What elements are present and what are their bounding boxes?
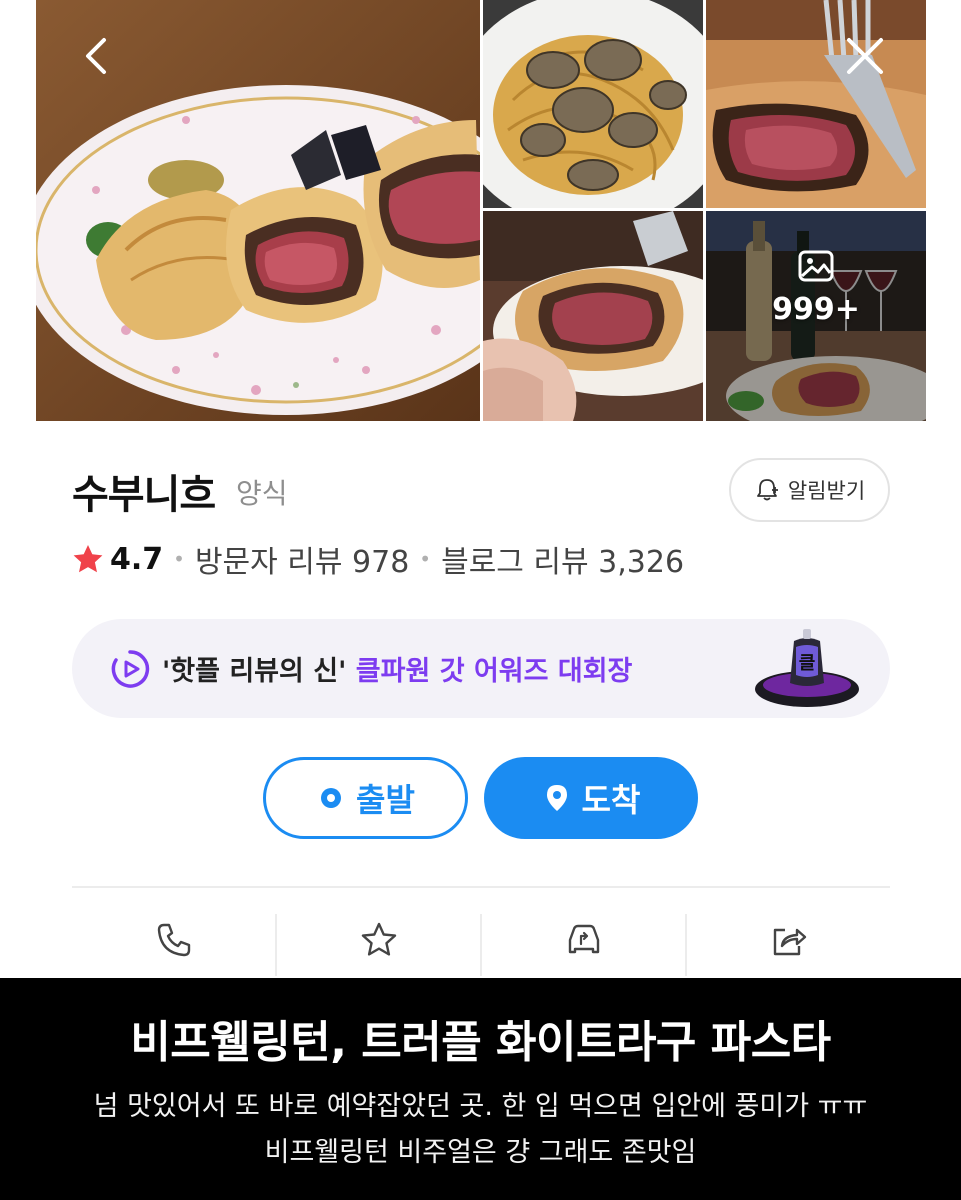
map-pin-icon [546, 785, 567, 811]
caption-panel: 비프웰링턴, 트러플 화이트라구 파스타 넘 맛있어서 또 바로 예약잡았던 곳… [0, 978, 961, 1200]
alarm-subscribe-label: 알림받기 [787, 479, 866, 503]
visitor-reviews-link[interactable]: 방문자 리뷰 978 [195, 537, 409, 581]
action-bar [72, 914, 890, 976]
call-button[interactable] [72, 914, 277, 976]
chevron-left-icon [86, 38, 106, 74]
origin-dot-icon [321, 788, 342, 808]
route-start-button[interactable]: 출발 [263, 757, 468, 839]
alarm-subscribe-button[interactable]: 알림받기 [729, 458, 890, 522]
photo-gallery: 999+ [36, 0, 926, 421]
star-icon [361, 922, 396, 956]
back-button[interactable] [70, 28, 126, 84]
route-start-label: 출발 [356, 781, 415, 819]
rating-review-stats: 4.7 • 방문자 리뷰 978 • 블로그 리뷰 3,326 [72, 538, 684, 580]
blog-reviews-link[interactable]: 블로그 리뷰 3,326 [441, 537, 684, 581]
share-icon [773, 928, 806, 956]
phone-icon [157, 923, 190, 957]
place-name: 수부니흐 [72, 472, 216, 518]
image-icon [798, 250, 834, 281]
close-icon [847, 38, 883, 74]
divider [72, 886, 890, 888]
photo-wine-and-wellington[interactable]: 999+ [706, 211, 926, 421]
caption-title: 비프웰링턴, 트러플 화이트라구 파스타 [130, 1017, 831, 1068]
promo-quote-text: '핫플 리뷰의 신' [162, 656, 356, 687]
photo-truffle-pasta[interactable] [483, 0, 703, 208]
star-rating-icon [73, 545, 103, 573]
photo-wellington-held-slice[interactable] [483, 211, 703, 421]
caption-line-1: 넘 맛있어서 또 바로 예약잡았던 곳. 한 입 먹으면 입안에 풍미가 ㅠㅠ [93, 1091, 868, 1122]
caption-line-2: 비프웰링턴 비주얼은 걍 그래도 존맛임 [264, 1137, 697, 1168]
rating-value: 4.7 [110, 541, 164, 577]
separator-dot: • [419, 547, 432, 571]
close-button[interactable] [837, 28, 893, 84]
promo-banner[interactable]: '핫플 리뷰의 신' 클파원 갓 어워즈 대회장 클 [72, 619, 890, 718]
more-photos-count: 999+ [772, 291, 860, 327]
share-button[interactable] [687, 914, 890, 976]
promo-highlight-text: 클파원 갓 어워즈 대회장 [355, 656, 633, 687]
photo-wellington-cut-with-fork[interactable] [706, 0, 926, 208]
save-favorite-button[interactable] [277, 914, 482, 976]
separator-dot: • [173, 547, 185, 571]
route-end-label: 도착 [581, 781, 641, 819]
car-share-icon [568, 924, 599, 954]
play-circle-icon [111, 649, 150, 688]
place-category: 양식 [236, 477, 288, 510]
route-end-button[interactable]: 도착 [484, 757, 698, 839]
bell-plus-icon [756, 479, 778, 501]
more-photos-overlay[interactable]: 999+ [706, 211, 926, 421]
send-to-car-button[interactable] [482, 914, 687, 976]
award-hat-icon: 클 [755, 629, 859, 707]
svg-text:클: 클 [799, 653, 816, 674]
